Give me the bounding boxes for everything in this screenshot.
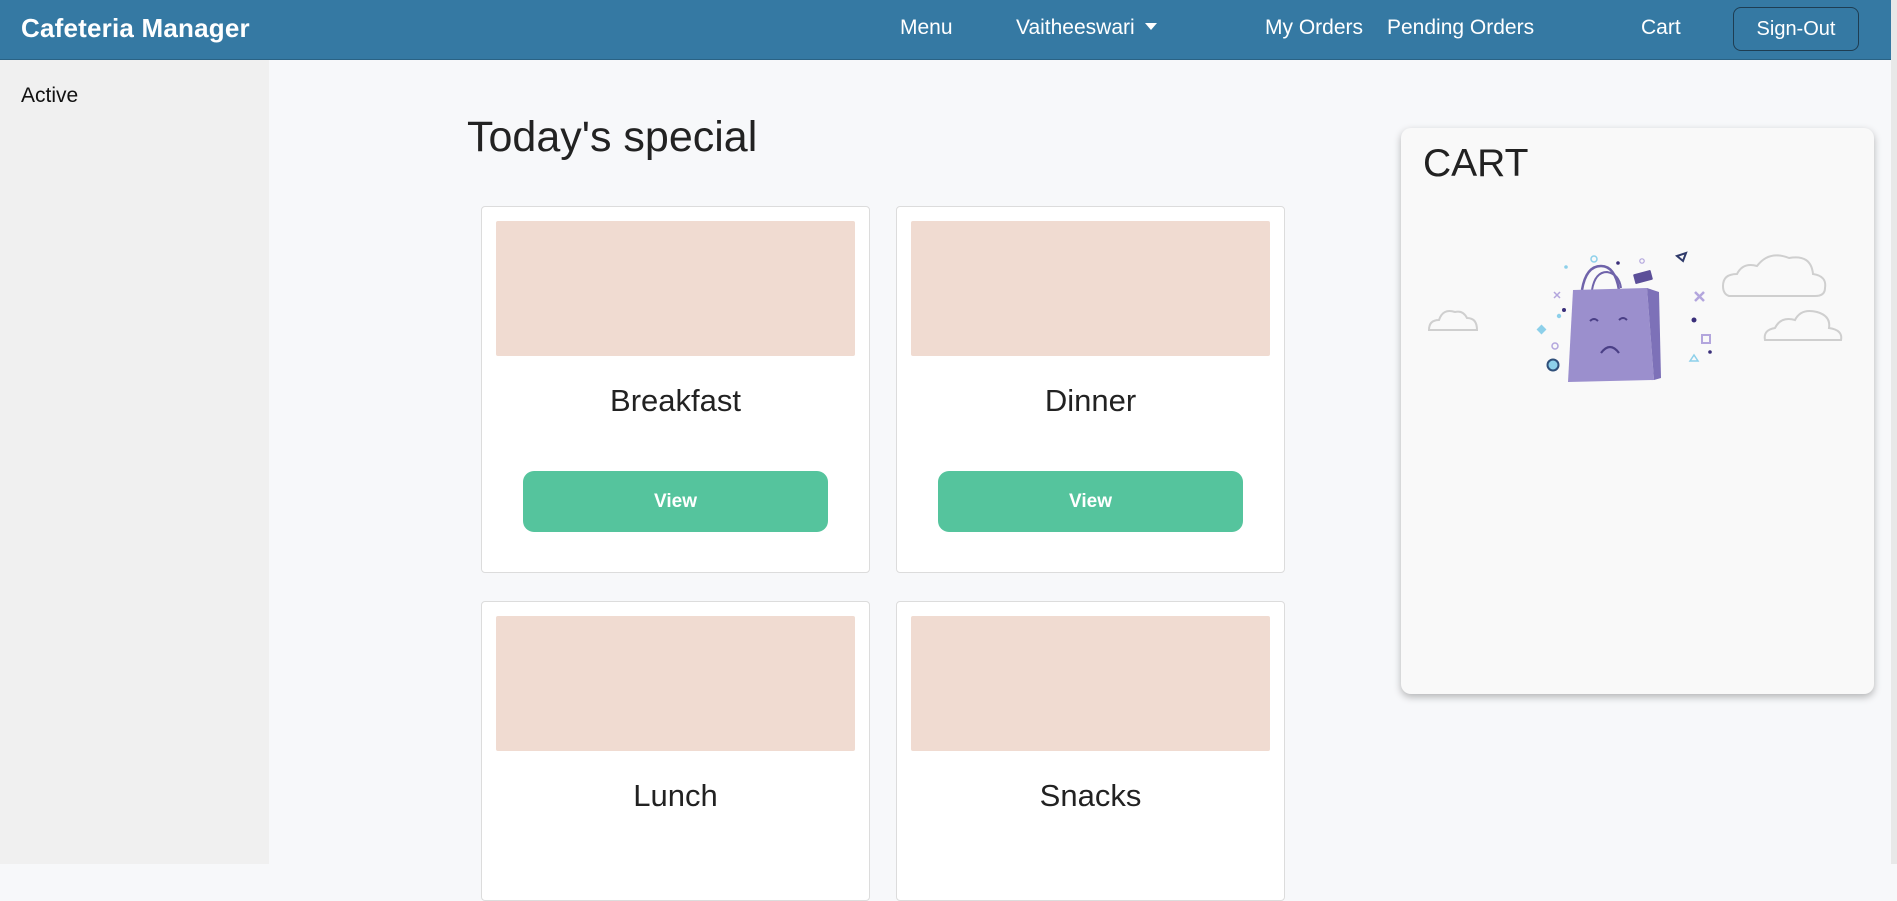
sidebar: Active <box>0 60 269 864</box>
nav-pending-orders-link[interactable]: Pending Orders <box>1387 16 1534 40</box>
cart-title: CART <box>1423 142 1529 185</box>
view-breakfast-button[interactable]: View <box>523 471 828 532</box>
card-title: Snacks <box>1039 778 1142 813</box>
page-title: Today's special <box>467 113 758 161</box>
card-image-placeholder <box>911 616 1270 751</box>
menu-card-breakfast: Breakfast View <box>481 206 870 573</box>
top-navbar: Cafeteria Manager Menu Vaitheeswari My O… <box>0 0 1897 60</box>
cart-panel: CART <box>1401 128 1874 694</box>
menu-card-snacks: Snacks <box>896 601 1285 901</box>
cloud-icon <box>1427 310 1479 331</box>
user-dropdown[interactable]: Vaitheeswari <box>1016 16 1157 40</box>
cloud-icon <box>1763 310 1843 341</box>
nav-cart-link[interactable]: Cart <box>1641 16 1681 40</box>
sidebar-item-active[interactable]: Active <box>21 84 78 108</box>
sad-shopping-bag-icon <box>1568 264 1661 382</box>
cloud-icon <box>1721 254 1827 297</box>
nav-my-orders-link[interactable]: My Orders <box>1265 16 1363 40</box>
view-dinner-button[interactable]: View <box>938 471 1243 532</box>
card-title: Breakfast <box>610 383 741 418</box>
card-title: Lunch <box>633 778 718 813</box>
app-brand[interactable]: Cafeteria Manager <box>21 13 250 44</box>
card-title: Dinner <box>1044 383 1137 418</box>
nav-menu-link[interactable]: Menu <box>900 16 953 40</box>
user-name: Vaitheeswari <box>1016 16 1135 39</box>
menu-card-lunch: Lunch <box>481 601 870 901</box>
card-image-placeholder <box>911 221 1270 356</box>
menu-card-dinner: Dinner View <box>896 206 1285 573</box>
sign-out-button[interactable]: Sign-Out <box>1733 7 1859 51</box>
card-image-placeholder <box>496 221 855 356</box>
empty-cart-sad-bag-icon <box>1427 251 1843 382</box>
page-scrollbar[interactable] <box>1891 0 1897 864</box>
card-image-placeholder <box>496 616 855 751</box>
caret-down-icon <box>1144 22 1157 30</box>
